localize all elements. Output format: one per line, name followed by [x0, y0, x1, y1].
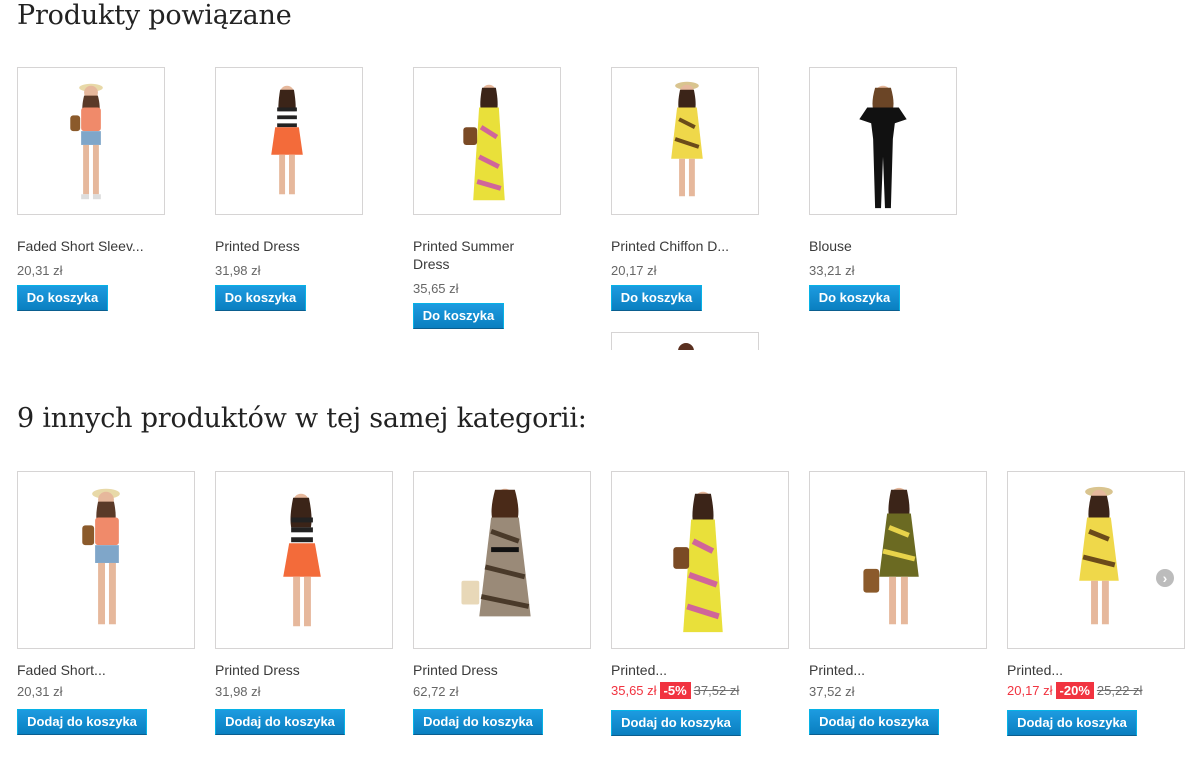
add-to-cart-button[interactable]: Do koszyka [215, 285, 306, 311]
product-price-row: 20,17 zł -20% 25,22 zł [1007, 682, 1142, 699]
product-image[interactable] [809, 67, 957, 215]
product-photo-chiffon-dress [671, 81, 703, 197]
product-sale-price: 20,17 zł [1007, 683, 1053, 698]
category-products-title: 9 innych produktów w tej samej kategorii… [17, 403, 587, 434]
product-old-price: 25,22 zł [1096, 683, 1143, 698]
product-price: 20,31 zł [17, 684, 63, 699]
product-name[interactable]: Printed Dress [215, 237, 375, 255]
product-price: 62,72 zł [413, 684, 459, 699]
product-price: 31,98 zł [215, 263, 261, 278]
product-image[interactable] [215, 67, 363, 215]
product-image[interactable] [1007, 471, 1185, 649]
product-sale-price: 35,65 zł [611, 683, 657, 698]
related-products-title: Produkty powiązane [17, 0, 292, 31]
product-name[interactable]: Faded Short... [17, 661, 187, 679]
product-image[interactable] [17, 471, 195, 649]
product-photo-blouse [859, 85, 907, 209]
add-to-cart-button[interactable]: Dodaj do koszyka [17, 709, 147, 735]
product-image[interactable] [17, 67, 165, 215]
add-to-cart-button[interactable]: Do koszyka [809, 285, 900, 311]
product-photo-summer-dress [463, 84, 505, 201]
add-to-cart-button[interactable]: Dodaj do koszyka [611, 710, 741, 736]
carousel-next-button[interactable]: › [1156, 569, 1174, 587]
add-to-cart-button[interactable]: Do koszyka [611, 285, 702, 311]
product-photo-faded-tshirt [82, 488, 120, 625]
chevron-right-icon: › [1162, 570, 1168, 586]
product-image[interactable] [215, 471, 393, 649]
product-photo-printed-chiffon-dress [863, 487, 919, 625]
product-old-price: 37,52 zł [693, 683, 740, 698]
product-name[interactable]: Printed Dress [215, 661, 385, 679]
product-name[interactable]: Printed Summer Dress [413, 237, 543, 273]
product-photo-faded-tshirt [70, 83, 103, 200]
product-name[interactable]: Printed... [611, 661, 781, 679]
product-name[interactable]: Printed... [1007, 661, 1177, 679]
product-image[interactable] [413, 471, 591, 649]
discount-badge: -5% [659, 682, 691, 699]
product-price-row: 35,65 zł -5% 37,52 zł [611, 682, 739, 699]
product-photo-summer-dress [673, 491, 723, 633]
product-image[interactable] [413, 67, 561, 215]
product-photo-printed-dress [283, 493, 321, 627]
product-price: 35,65 zł [413, 281, 459, 296]
product-price: 33,21 zł [809, 263, 855, 278]
product-image[interactable] [611, 67, 759, 215]
add-to-cart-button[interactable]: Do koszyka [17, 285, 108, 311]
product-price: 37,52 zł [809, 684, 855, 699]
add-to-cart-button[interactable]: Dodaj do koszyka [413, 709, 543, 735]
product-name[interactable]: Printed Chiffon D... [611, 237, 771, 255]
product-image[interactable] [611, 471, 789, 649]
add-to-cart-button[interactable]: Dodaj do koszyka [215, 709, 345, 735]
product-name[interactable]: Printed... [809, 661, 979, 679]
add-to-cart-button[interactable]: Do koszyka [413, 303, 504, 329]
add-to-cart-button[interactable]: Dodaj do koszyka [1007, 710, 1137, 736]
product-photo-chiffon-dress [1079, 486, 1119, 625]
product-name[interactable]: Faded Short Sleev... [17, 237, 177, 255]
product-price: 20,17 zł [611, 263, 657, 278]
add-to-cart-button[interactable]: Dodaj do koszyka [809, 709, 939, 735]
discount-badge: -20% [1055, 682, 1094, 699]
product-price: 31,98 zł [215, 684, 261, 699]
product-photo-chiffon-print-dress [461, 488, 531, 617]
product-price: 20,31 zł [17, 263, 63, 278]
product-name[interactable]: Printed Dress [413, 661, 583, 679]
product-photo-printed-dress [271, 85, 303, 195]
clipped-product-image [611, 332, 759, 350]
product-image[interactable] [809, 471, 987, 649]
product-name[interactable]: Blouse [809, 237, 969, 255]
